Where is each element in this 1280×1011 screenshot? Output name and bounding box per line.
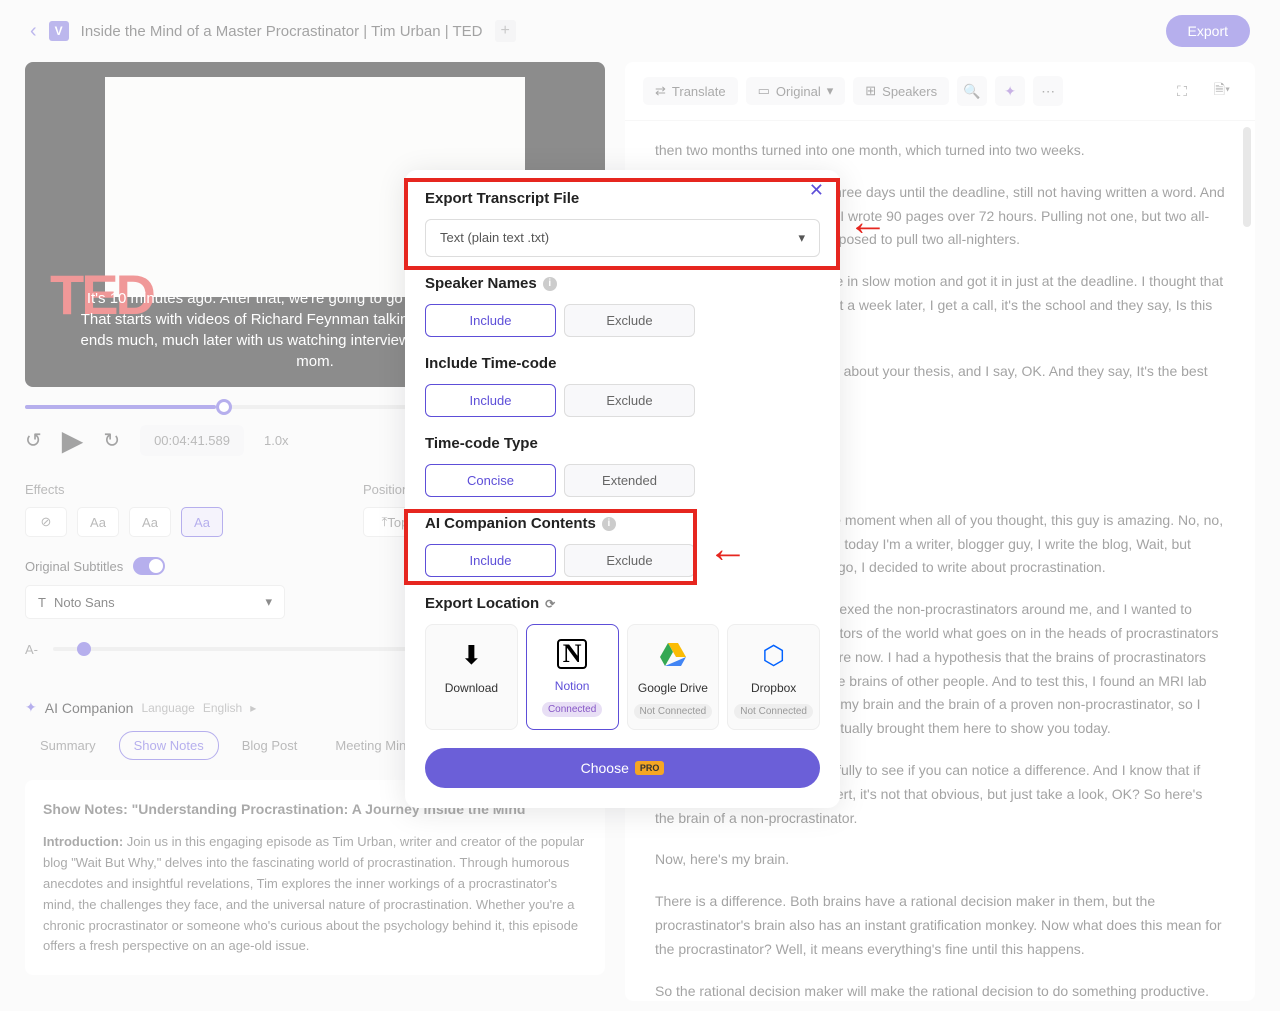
transcript-para: So the rational decision maker will make… bbox=[655, 980, 1225, 1001]
not-connected-badge: Not Connected bbox=[734, 704, 813, 719]
export-button[interactable]: Export bbox=[1166, 15, 1250, 47]
chevron-down-icon: ▾ bbox=[798, 230, 805, 246]
ai-exclude-option[interactable]: Exclude bbox=[564, 544, 695, 577]
page-icon[interactable]: 🗎▾ bbox=[1207, 76, 1237, 106]
speaker-names-title: Speaker Names bbox=[425, 275, 537, 292]
effects-label: Effects bbox=[25, 482, 223, 497]
font-name: Noto Sans bbox=[54, 595, 115, 610]
show-notes-content: Show Notes: "Understanding Procrastinati… bbox=[25, 780, 605, 975]
intro-text: Join us in this engaging episode as Tim … bbox=[43, 834, 584, 953]
scrollbar[interactable] bbox=[1243, 127, 1251, 227]
refresh-icon[interactable]: ⟳ bbox=[545, 597, 555, 611]
ai-contents-title: AI Companion Contents bbox=[425, 515, 596, 532]
timecode-exclude-option[interactable]: Exclude bbox=[564, 384, 695, 417]
play-icon[interactable]: ▶ bbox=[62, 424, 84, 457]
back-icon[interactable]: ‹ bbox=[30, 20, 37, 43]
effect-box-button[interactable]: Aa bbox=[181, 507, 223, 537]
pro-badge: PRO bbox=[635, 761, 665, 775]
ai-include-option[interactable]: Include bbox=[425, 544, 556, 577]
font-select[interactable]: T Noto Sans ▾ bbox=[25, 585, 285, 619]
extended-option[interactable]: Extended bbox=[564, 464, 695, 497]
timecode-title: Include Time-code bbox=[425, 355, 820, 372]
ai-companion-icon: ✦ bbox=[25, 699, 37, 716]
app-badge: V bbox=[49, 21, 69, 41]
notion-card[interactable]: N Notion Connected bbox=[526, 624, 619, 730]
effect-outline-button[interactable]: Aa bbox=[129, 507, 171, 537]
download-icon: ⬇ bbox=[430, 639, 513, 671]
choose-button[interactable]: Choose PRO bbox=[425, 748, 820, 788]
timecode-include-option[interactable]: Include bbox=[425, 384, 556, 417]
dropbox-icon: ⬡ bbox=[732, 639, 815, 671]
format-value: Text (plain text .txt) bbox=[440, 230, 549, 246]
language-value[interactable]: English bbox=[203, 701, 242, 715]
info-icon[interactable]: i bbox=[602, 517, 616, 531]
original-button[interactable]: ▭Original▾ bbox=[746, 77, 846, 105]
transcript-para: Now, here's my brain. bbox=[655, 848, 1225, 872]
close-icon[interactable]: ✕ bbox=[809, 180, 824, 201]
speed-display[interactable]: 1.0x bbox=[264, 433, 289, 448]
magic-icon[interactable]: ✦ bbox=[995, 76, 1025, 106]
speakers-button[interactable]: ⊞Speakers bbox=[853, 77, 949, 105]
subtitles-label: Original Subtitles bbox=[25, 559, 123, 574]
export-location-title: Export Location bbox=[425, 595, 539, 612]
progress-thumb[interactable] bbox=[216, 399, 232, 415]
fullscreen-icon[interactable]: ⛶ bbox=[1167, 76, 1197, 106]
intro-label: Introduction: bbox=[43, 834, 123, 849]
export-file-title: Export Transcript File bbox=[425, 190, 820, 207]
gdrive-card[interactable]: Google Drive Not Connected bbox=[627, 624, 720, 730]
export-modal: ✕ Export Transcript File Text (plain tex… bbox=[405, 170, 840, 808]
format-dropdown[interactable]: Text (plain text .txt) ▾ bbox=[425, 219, 820, 257]
timecode-display: 00:04:41.589 bbox=[140, 425, 244, 456]
notion-icon: N bbox=[557, 639, 587, 669]
tab-summary[interactable]: Summary bbox=[25, 731, 111, 760]
not-connected-badge: Not Connected bbox=[634, 704, 713, 719]
annotation-arrow-icon: ← bbox=[708, 527, 748, 572]
rewind-icon[interactable]: ↺ bbox=[25, 428, 42, 453]
timecode-type-title: Time-code Type bbox=[425, 435, 820, 452]
dropbox-card[interactable]: ⬡ Dropbox Not Connected bbox=[727, 624, 820, 730]
language-label: Language bbox=[141, 701, 194, 715]
gdrive-icon bbox=[632, 639, 715, 671]
transcript-para: There is a difference. Both brains have … bbox=[655, 890, 1225, 961]
forward-icon[interactable]: ↻ bbox=[103, 428, 120, 453]
tab-show-notes[interactable]: Show Notes bbox=[119, 731, 219, 760]
translate-button[interactable]: ⇄Translate bbox=[643, 77, 738, 105]
download-card[interactable]: ⬇ Download bbox=[425, 624, 518, 730]
size-decrease[interactable]: A- bbox=[25, 642, 38, 657]
transcript-para: then two months turned into one month, w… bbox=[655, 139, 1225, 163]
speaker-include-option[interactable]: Include bbox=[425, 304, 556, 337]
tab-blog-post[interactable]: Blog Post bbox=[227, 731, 313, 760]
language-chevron-icon[interactable]: ▸ bbox=[250, 701, 256, 715]
search-icon[interactable]: 🔍 bbox=[957, 76, 987, 106]
subtitles-toggle[interactable] bbox=[133, 557, 165, 575]
page-title: Inside the Mind of a Master Procrastinat… bbox=[81, 23, 483, 40]
info-icon[interactable]: i bbox=[543, 277, 557, 291]
effect-shadow-button[interactable]: Aa bbox=[77, 507, 119, 537]
more-icon[interactable]: ⋯ bbox=[1033, 76, 1063, 106]
ai-companion-label: AI Companion bbox=[45, 700, 134, 716]
concise-option[interactable]: Concise bbox=[425, 464, 556, 497]
connected-badge: Connected bbox=[542, 702, 602, 717]
add-tab-button[interactable]: + bbox=[495, 20, 516, 42]
speaker-exclude-option[interactable]: Exclude bbox=[564, 304, 695, 337]
effect-none-button[interactable]: ⊘ bbox=[25, 507, 67, 537]
annotation-arrow-icon: ← bbox=[848, 200, 888, 245]
